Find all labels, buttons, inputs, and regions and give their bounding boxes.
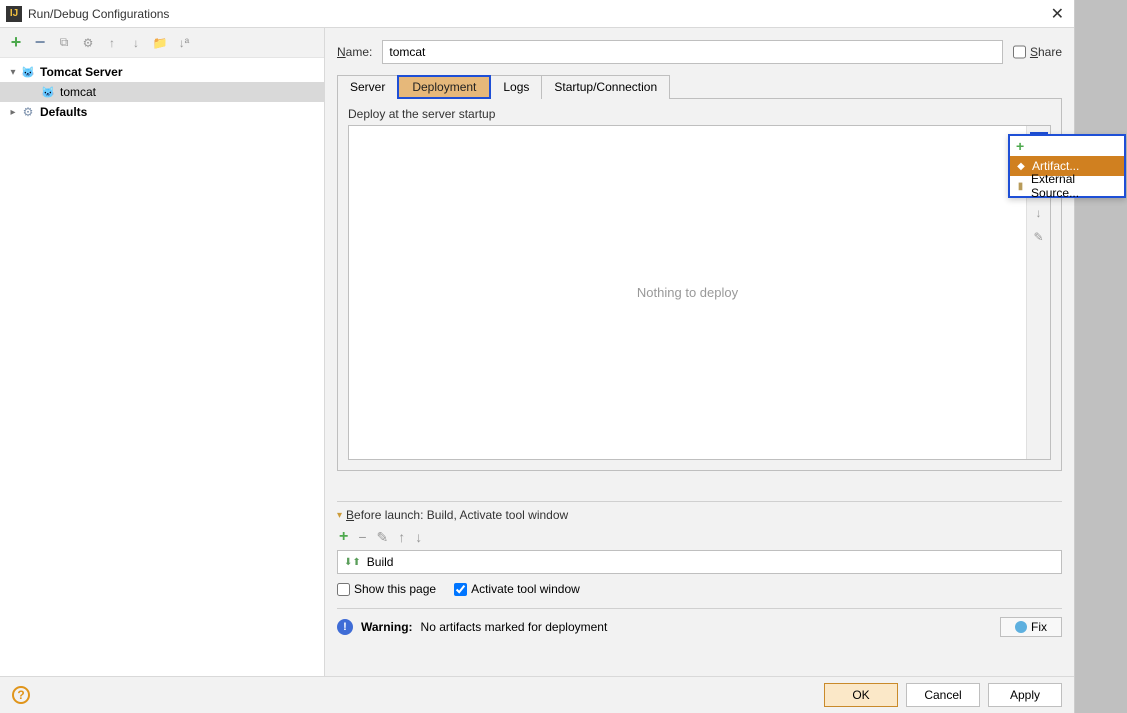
build-task-icon: ⬇⬆ [344,557,361,568]
tab-bar: Server Deployment Logs Startup/Connectio… [337,74,1062,99]
bl-down-icon[interactable]: ↓ [415,529,422,545]
tab-logs[interactable]: Logs [490,75,542,99]
tomcat-icon [40,84,56,100]
up-icon[interactable]: ↑ [104,35,120,51]
copy-icon[interactable]: ⧉ [56,35,72,51]
activate-window-box[interactable] [454,583,467,596]
down-icon[interactable]: ↓ [128,35,144,51]
deploy-empty-text: Nothing to deploy [349,126,1026,459]
remove-icon[interactable]: − [32,35,48,51]
share-checkbox[interactable]: Share [1013,40,1062,64]
before-launch-header[interactable]: ▾ Before launch: Build, Activate tool wi… [337,508,1062,522]
name-label: Name: [337,45,372,59]
help-icon[interactable]: ? [12,686,30,704]
tree-label: Defaults [40,105,87,119]
collapse-arrow-icon[interactable]: ▸ [6,107,20,118]
deploy-section-title: Deploy at the server startup [348,107,1051,121]
titlebar: IJ Run/Debug Configurations ✕ [0,0,1074,28]
bl-up-icon[interactable]: ↑ [398,529,405,545]
dialog-footer: ? OK Cancel Apply [0,676,1074,712]
popup-item-external-source[interactable]: ▮ External Source... [1010,176,1124,196]
fix-bulb-icon [1015,621,1027,633]
outer-strip [1075,0,1127,713]
defaults-icon: ⚙ [20,104,36,120]
bl-remove-icon[interactable]: − [358,529,366,545]
deploy-edit-icon[interactable]: ✎ [1030,228,1048,246]
activate-window-checkbox[interactable]: Activate tool window [454,582,580,596]
before-launch-list[interactable]: ⬇⬆ Build [337,550,1062,574]
tree-label: Tomcat Server [40,65,122,79]
popup-header: + [1010,136,1124,156]
intellij-icon: IJ [6,6,22,22]
left-panel: + − ⧉ ⚙ ↑ ↓ 📁 ↓ª ▾ Tomcat Server tomcat [0,28,325,676]
dialog-body: + − ⧉ ⚙ ↑ ↓ 📁 ↓ª ▾ Tomcat Server tomcat [0,28,1074,676]
deploy-list-box: Nothing to deploy + − ↑ ↓ ✎ [348,125,1051,460]
tomcat-server-icon [20,64,36,80]
ok-button[interactable]: OK [824,683,898,707]
tree-node-tomcat[interactable]: tomcat [0,82,324,102]
tree-node-tomcat-server[interactable]: ▾ Tomcat Server [0,62,324,82]
tab-content-deployment: Deploy at the server startup Nothing to … [337,99,1062,471]
before-launch-item: Build [367,555,394,569]
share-checkbox-box[interactable] [1013,40,1026,64]
window-title: Run/Debug Configurations [28,7,1047,21]
right-panel: Name: Share Server Deployment Logs Start… [325,28,1074,676]
tab-deployment[interactable]: Deployment [397,75,491,99]
close-icon[interactable]: ✕ [1047,4,1068,24]
deploy-down-icon[interactable]: ↓ [1030,204,1048,222]
before-launch-toolbar: + − ✎ ↑ ↓ [337,522,1062,550]
bl-edit-icon[interactable]: ✎ [377,529,389,546]
before-launch-section: ▾ Before launch: Build, Activate tool wi… [337,495,1062,596]
fix-button[interactable]: Fix [1000,617,1062,637]
show-page-checkbox[interactable]: Show this page [337,582,436,596]
name-input[interactable] [382,40,1003,64]
tree-node-defaults[interactable]: ▸ ⚙ Defaults [0,102,324,122]
popup-plus-icon: + [1016,138,1024,154]
folder-icon[interactable]: 📁 [152,35,168,51]
add-icon[interactable]: + [8,35,24,51]
tab-startup-connection[interactable]: Startup/Connection [541,75,670,99]
tree-label: tomcat [60,85,96,99]
external-source-icon: ▮ [1014,179,1027,193]
warning-row: ! Warning: No artifacts marked for deplo… [337,613,1062,641]
show-page-box[interactable] [337,583,350,596]
config-toolbar: + − ⧉ ⚙ ↑ ↓ 📁 ↓ª [0,28,324,58]
warning-bulb-icon: ! [337,619,353,635]
add-artifact-popup: + ◆ Artifact... ▮ External Source... [1008,134,1126,198]
tab-server[interactable]: Server [337,75,398,99]
artifact-icon: ◆ [1014,159,1028,173]
edit-defaults-icon[interactable]: ⚙ [80,35,96,51]
config-tree: ▾ Tomcat Server tomcat ▸ ⚙ Defaults [0,58,324,676]
before-launch-checks: Show this page Activate tool window [337,582,1062,596]
dialog: IJ Run/Debug Configurations ✕ + − ⧉ ⚙ ↑ … [0,0,1075,713]
apply-button[interactable]: Apply [988,683,1062,707]
cancel-button[interactable]: Cancel [906,683,980,707]
warning-label: Warning: [361,620,413,634]
name-row: Name: Share [337,40,1062,64]
expand-arrow-icon[interactable]: ▾ [6,67,20,78]
sort-icon[interactable]: ↓ª [176,35,192,51]
collapse-triangle-icon: ▾ [337,510,342,521]
bl-add-icon[interactable]: + [339,528,348,546]
warning-text: No artifacts marked for deployment [421,620,608,634]
